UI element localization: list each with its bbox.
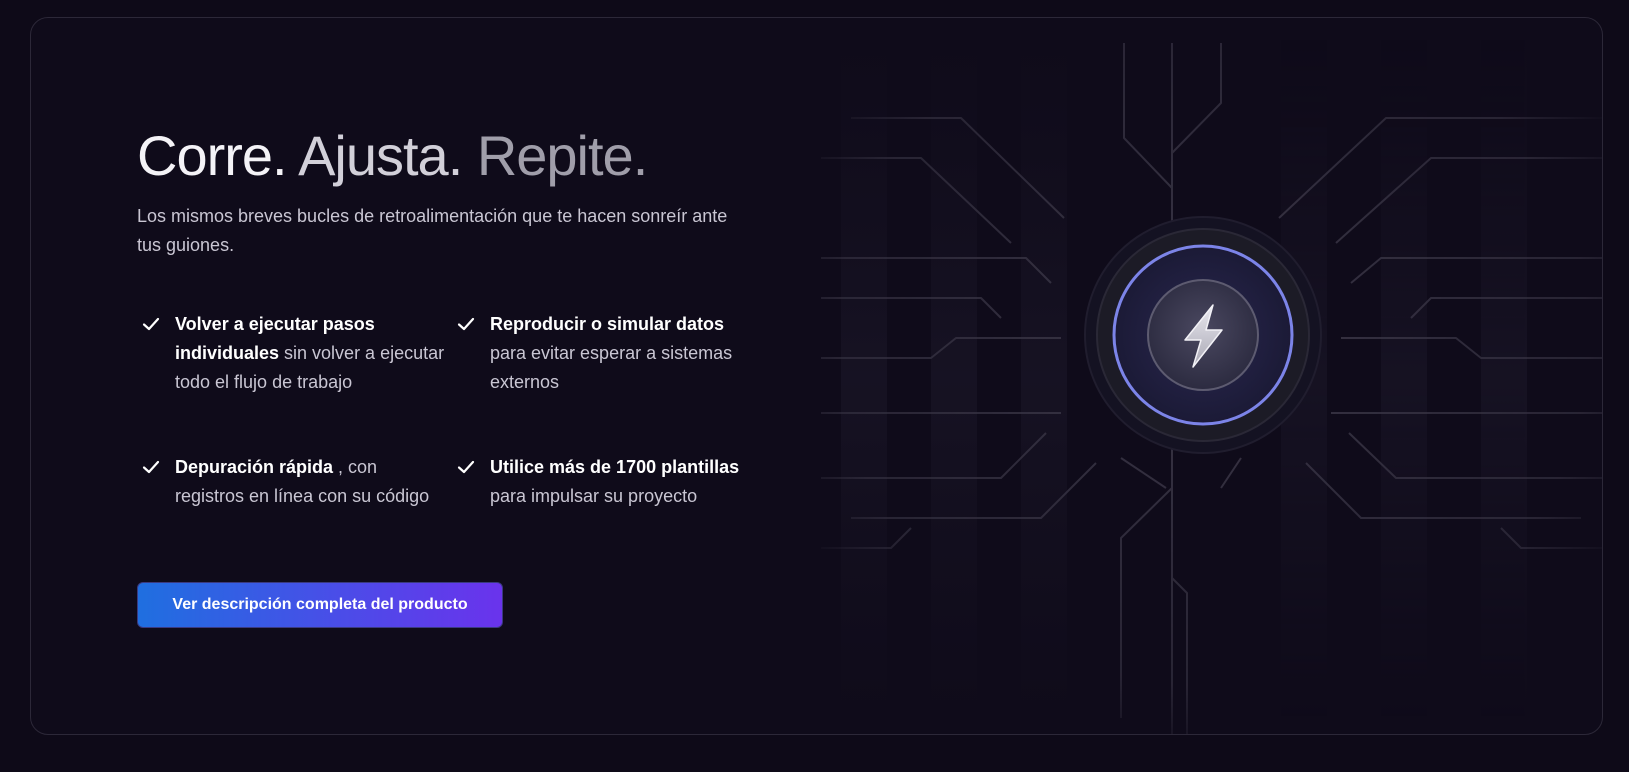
headline-part-2: Ajusta. xyxy=(298,124,463,187)
feature-title: Reproducir o simular datos xyxy=(490,314,725,334)
headline-part-1: Corre. xyxy=(137,124,288,187)
feature-item: Volver a ejecutar pasos individuales sin… xyxy=(142,310,445,397)
feature-item: Reproducir o simular datos para evitar e… xyxy=(457,310,750,397)
product-overview-button[interactable]: Ver descripción completa del producto xyxy=(137,582,503,628)
feature-description: para impulsar su proyecto xyxy=(490,486,698,506)
feature-description: para evitar esperar a sistemas externos xyxy=(490,343,733,392)
feature-item: Utilice más de 1700 plantillas para impu… xyxy=(457,453,750,511)
feature-item: Depuración rápida , con registros en lín… xyxy=(142,453,445,511)
central-emblem xyxy=(1084,216,1322,454)
feature-title: Depuración rápida xyxy=(175,457,334,477)
feature-card: Corre. Ajusta. Repite. Los mismos breves… xyxy=(30,17,1603,735)
circuit-graphic xyxy=(821,38,1602,734)
checkmark-icon xyxy=(142,317,160,331)
checkmark-icon xyxy=(457,460,475,474)
hero-content: Corre. Ajusta. Repite. Los mismos breves… xyxy=(137,122,777,506)
checkmark-icon xyxy=(457,317,475,331)
feature-title: Utilice más de 1700 plantillas xyxy=(490,457,740,477)
headline-part-3: Repite. xyxy=(476,124,648,187)
page-title: Corre. Ajusta. Repite. xyxy=(137,122,777,190)
checkmark-icon xyxy=(142,460,160,474)
subtitle: Los mismos breves bucles de retroaliment… xyxy=(137,206,728,255)
page: Corre. Ajusta. Repite. Los mismos breves… xyxy=(0,0,1629,772)
